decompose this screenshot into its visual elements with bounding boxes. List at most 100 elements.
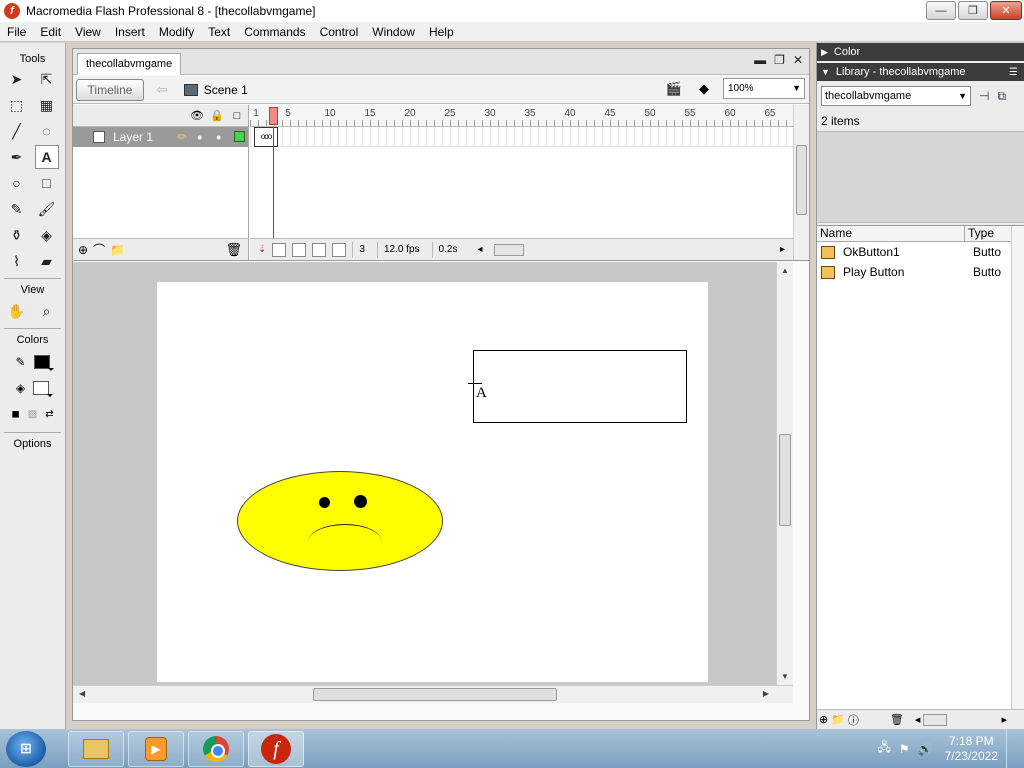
back-arrow-icon[interactable]: ⇦	[156, 81, 168, 98]
library-item[interactable]: OkButton1 Butto	[817, 242, 1024, 262]
visibility-dot-icon[interactable]: ●	[197, 132, 202, 142]
menu-modify[interactable]: Modify	[152, 22, 201, 42]
scroll-left-icon[interactable]: ◂	[477, 244, 482, 255]
menu-text[interactable]: Text	[201, 22, 237, 42]
color-panel-header[interactable]: ▶ Color	[817, 43, 1024, 61]
column-type[interactable]: Type	[965, 226, 1009, 241]
stroke-color-swatch[interactable]	[33, 355, 54, 371]
black-white-icon[interactable]: ◼	[11, 409, 19, 420]
lock-dot-icon[interactable]: ●	[216, 132, 221, 142]
taskbar-chrome[interactable]	[188, 730, 244, 767]
new-library-panel-icon[interactable]: ⧉	[997, 89, 1006, 104]
new-symbol-icon[interactable]: ⊕	[819, 713, 828, 726]
show-desktop-button[interactable]	[1006, 729, 1018, 768]
zoom-tool-icon[interactable]: ⌕	[35, 299, 59, 323]
doc-restore-icon[interactable]: ❐	[774, 53, 785, 67]
clock[interactable]: 7:18 PM 7/23/2022	[945, 734, 998, 764]
menu-window[interactable]: Window	[365, 22, 422, 42]
paint-bucket-tool-icon[interactable]: ◈	[35, 223, 59, 247]
oval-tool-icon[interactable]: ○	[5, 171, 29, 195]
timeline-vscroll[interactable]	[793, 105, 809, 260]
menu-edit[interactable]: Edit	[33, 22, 68, 42]
stage-vscroll[interactable]: ▲ ▼	[776, 262, 793, 703]
sad-face-shape[interactable]	[237, 471, 443, 571]
frame-rate[interactable]: 12.0 fps	[376, 241, 426, 258]
menu-commands[interactable]: Commands	[237, 22, 312, 42]
onion-outlines-icon[interactable]	[292, 242, 307, 257]
library-panel-header[interactable]: ▼ Library - thecollabvmgame ☰	[817, 63, 1024, 81]
scroll-right-icon[interactable]: ▸	[780, 244, 785, 255]
library-item[interactable]: Play Button Butto	[817, 262, 1024, 282]
delete-layer-icon[interactable]: 🗑	[225, 242, 242, 258]
rectangle-tool-icon[interactable]: □	[35, 171, 59, 195]
eraser-tool-icon[interactable]: ▰	[35, 249, 59, 273]
subselection-tool-icon[interactable]: ⇱	[35, 67, 59, 91]
stage-hscroll-thumb[interactable]	[313, 688, 557, 701]
layer-row[interactable]: Layer 1 ✏ ● ●	[73, 127, 248, 147]
scroll-right-icon[interactable]: ▸	[1001, 713, 1007, 726]
fill-color-swatch[interactable]	[33, 381, 54, 397]
modify-onion-markers-icon[interactable]	[332, 242, 347, 257]
zoom-select[interactable]: 100% ▼	[723, 78, 805, 99]
eyedropper-tool-icon[interactable]: ⌇	[5, 249, 29, 273]
menu-insert[interactable]: Insert	[108, 22, 152, 42]
edit-multiple-frames-icon[interactable]	[312, 242, 327, 257]
stage-vscroll-thumb[interactable]	[779, 434, 791, 526]
outline-icon[interactable]: □	[230, 110, 244, 122]
edit-scene-icon[interactable]: 🎬	[663, 79, 685, 99]
edit-symbols-icon[interactable]: ◆	[693, 79, 715, 99]
scroll-right-icon[interactable]: ▶	[763, 689, 769, 698]
selection-tool-icon[interactable]: ➤	[5, 67, 29, 91]
network-icon[interactable]: 🖧	[878, 738, 891, 759]
new-folder-icon[interactable]: 📁	[831, 713, 845, 726]
onion-skin-icon[interactable]	[272, 242, 287, 257]
eye-icon[interactable]: 👁	[190, 109, 204, 122]
swap-colors-icon[interactable]: ⇄	[45, 409, 53, 420]
library-select[interactable]: thecollabvmgame ▼	[821, 86, 971, 106]
timeline-vscroll-thumb[interactable]	[796, 145, 807, 215]
taskbar-media-player[interactable]: ▶	[128, 730, 184, 767]
keyframe-span[interactable]: ooo	[254, 127, 278, 147]
lock-icon[interactable]: 🔒	[210, 109, 224, 122]
pencil-tool-icon[interactable]: ✎	[5, 197, 29, 221]
hand-tool-icon[interactable]: ✋	[5, 299, 29, 323]
menu-control[interactable]: Control	[313, 22, 366, 42]
pin-library-icon[interactable]: ⊣	[979, 89, 989, 103]
timeline-toggle-button[interactable]: Timeline	[76, 78, 144, 101]
library-hscroll-thumb[interactable]	[923, 713, 948, 726]
scroll-down-icon[interactable]: ▼	[781, 672, 789, 681]
timeline-hscroll-thumb[interactable]	[494, 243, 525, 256]
doc-close-icon[interactable]: ✕	[793, 53, 803, 67]
gradient-transform-tool-icon[interactable]: ▦	[35, 93, 59, 117]
text-tool-icon[interactable]: A	[34, 145, 59, 169]
minimize-button[interactable]: —	[926, 1, 956, 20]
add-motion-guide-icon[interactable]: ⌒	[93, 241, 105, 258]
restore-button[interactable]: ❐	[958, 1, 988, 20]
outline-color-icon[interactable]	[234, 131, 245, 142]
taskbar-explorer[interactable]	[68, 730, 124, 767]
pen-tool-icon[interactable]: ✒	[5, 145, 29, 169]
menu-help[interactable]: Help	[422, 22, 461, 42]
ink-bottle-tool-icon[interactable]: ⚱	[5, 223, 29, 247]
volume-icon[interactable]: 🔊	[918, 742, 933, 756]
close-button[interactable]: ✕	[990, 1, 1022, 20]
menu-file[interactable]: File	[0, 22, 33, 42]
scroll-left-icon[interactable]: ◀	[79, 689, 85, 698]
start-button[interactable]: ⊞	[6, 730, 46, 767]
free-transform-tool-icon[interactable]: ⬚	[5, 93, 29, 117]
line-tool-icon[interactable]: ╱	[5, 119, 29, 143]
center-frame-icon[interactable]: ⇣	[258, 244, 266, 255]
brush-tool-icon[interactable]: 🖌	[35, 197, 59, 221]
panel-menu-icon[interactable]: ☰	[1009, 67, 1018, 78]
stage-hscroll[interactable]: ◀ ▶	[73, 685, 793, 703]
lasso-tool-icon[interactable]: ◌	[35, 119, 59, 143]
properties-icon[interactable]: ⓘ	[848, 712, 859, 728]
stage[interactable]: A	[157, 282, 708, 682]
playhead[interactable]	[269, 107, 278, 125]
frame-row[interactable]: ooo	[250, 127, 793, 147]
document-tab[interactable]: thecollabvmgame	[77, 53, 182, 75]
menu-view[interactable]: View	[68, 22, 108, 42]
column-name[interactable]: Name	[817, 226, 965, 241]
insert-layer-icon[interactable]: ⊕	[78, 243, 88, 257]
scroll-up-icon[interactable]: ▲	[781, 266, 789, 275]
